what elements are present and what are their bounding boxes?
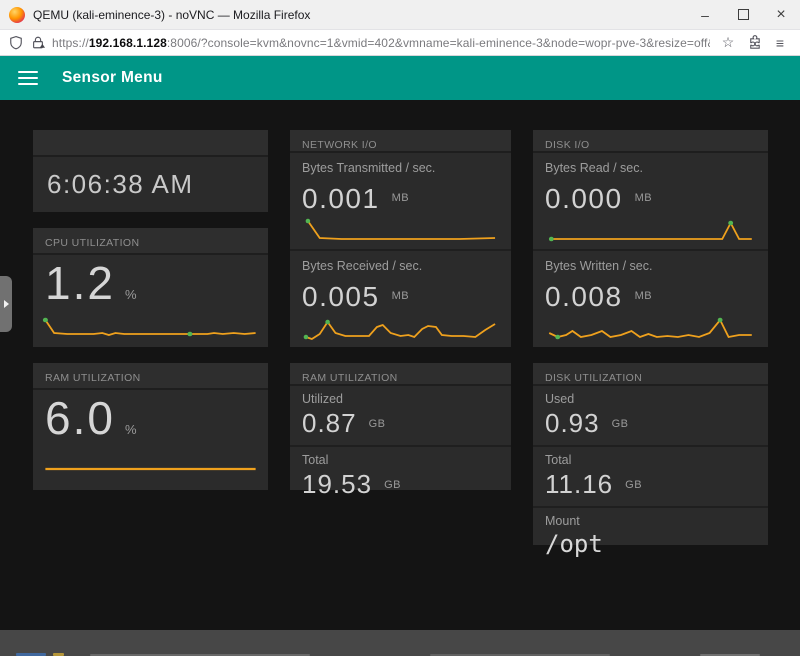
bytes-transmitted-sparkline: [302, 215, 499, 243]
cpu-sparkline: [41, 312, 260, 340]
bytes-read-unit: MB: [635, 192, 653, 204]
hamburger-menu-icon[interactable]: [18, 71, 38, 85]
ram-total-label: Total: [302, 453, 499, 467]
browser-titlebar: QEMU (kali-eminence-3) - noVNC — Mozilla…: [0, 0, 800, 30]
cpu-utilization-panel: CPU UTILIZATION 1.2 %: [33, 228, 268, 347]
ram-utilized-label: Utilized: [302, 392, 499, 406]
disk-total-row: Total 11.16 GB: [533, 445, 768, 506]
ram-detail-panel: RAM UTILIZATION Utilized 0.87 GB Total 1…: [290, 363, 511, 490]
bytes-received-value: 0.005: [302, 281, 380, 313]
bytes-read-value: 0.000: [545, 183, 623, 215]
page-title: Sensor Menu: [62, 69, 163, 87]
minimize-button[interactable]: –: [686, 0, 724, 29]
extensions-puzzle-icon[interactable]: [746, 35, 762, 51]
cpu-value: 1.2: [45, 257, 115, 310]
url-host: 192.168.1.128: [89, 36, 167, 50]
url-scheme: https://: [52, 36, 89, 50]
disk-total-label: Total: [545, 453, 756, 467]
bookmark-star-icon[interactable]: ☆: [716, 34, 740, 51]
ram-detail-title: RAM UTILIZATION: [290, 363, 511, 386]
bytes-received-section: Bytes Received / sec. 0.005 MB: [290, 249, 511, 347]
disk-total-unit: GB: [625, 479, 642, 491]
sensor-dashboard: 6:06:38 AM CPU UTILIZATION 1.2 % RAM UTI…: [0, 100, 800, 630]
maximize-button[interactable]: [724, 0, 762, 29]
url-path: :8006/?console=kvm&novnc=1&vmid=402&vmna…: [167, 36, 710, 50]
ram-utilization-gauge-panel: RAM UTILIZATION 6.0 %: [33, 363, 268, 490]
maximize-icon: [738, 9, 749, 20]
close-button[interactable]: ×: [762, 0, 800, 29]
bytes-transmitted-value: 0.001: [302, 183, 380, 215]
network-io-panel: NETWORK I/O Bytes Transmitted / sec. 0.0…: [290, 130, 511, 347]
disk-used-label: Used: [545, 392, 756, 406]
disk-used-value: 0.93: [545, 408, 600, 439]
ram-gauge-title: RAM UTILIZATION: [33, 363, 268, 390]
clock-panel: 6:06:38 AM: [33, 130, 268, 212]
network-panel-title: NETWORK I/O: [290, 130, 511, 153]
ram-total-value: 19.53: [302, 469, 372, 500]
bytes-written-sparkline: [545, 313, 756, 341]
expand-arrow-icon: [4, 300, 9, 308]
bytes-written-unit: MB: [635, 290, 653, 302]
cpu-unit: %: [125, 287, 137, 302]
disk-detail-title: DISK UTILIZATION: [533, 363, 768, 386]
ram-utilized-row: Utilized 0.87 GB: [290, 386, 511, 445]
address-field[interactable]: https://192.168.1.128:8006/?console=kvm&…: [52, 36, 710, 50]
bytes-read-section: Bytes Read / sec. 0.000 MB: [533, 153, 768, 249]
window-title: QEMU (kali-eminence-3) - noVNC — Mozilla…: [33, 8, 310, 22]
disk-detail-panel: DISK UTILIZATION Used 0.93 GB Total 11.1…: [533, 363, 768, 545]
bytes-received-label: Bytes Received / sec.: [302, 259, 499, 273]
disk-io-panel: DISK I/O Bytes Read / sec. 0.000 MB Byte…: [533, 130, 768, 347]
bytes-transmitted-label: Bytes Transmitted / sec.: [302, 161, 499, 175]
ram-gauge-unit: %: [125, 422, 137, 437]
bytes-read-label: Bytes Read / sec.: [545, 161, 756, 175]
ram-total-unit: GB: [384, 479, 401, 491]
sensor-app-header: Sensor Menu: [0, 56, 800, 100]
ram-utilized-unit: GB: [369, 418, 386, 430]
ram-total-row: Total 19.53 GB: [290, 445, 511, 506]
url-bar: https://192.168.1.128:8006/?console=kvm&…: [0, 30, 800, 56]
lock-warning-icon[interactable]: [30, 35, 46, 51]
bytes-received-unit: MB: [392, 290, 410, 302]
bytes-written-value: 0.008: [545, 281, 623, 313]
disk-mount-row: Mount /opt: [533, 506, 768, 564]
disk-io-title: DISK I/O: [533, 130, 768, 153]
bytes-written-section: Bytes Written / sec. 0.008 MB: [533, 249, 768, 347]
bytes-transmitted-unit: MB: [392, 192, 410, 204]
ram-gauge-value: 6.0: [45, 392, 115, 445]
ram-sparkline: [41, 455, 260, 483]
ram-utilized-value: 0.87: [302, 408, 357, 439]
bytes-read-sparkline: [545, 215, 756, 243]
disk-mount-value: /opt: [545, 530, 603, 558]
clock-panel-header: [33, 130, 268, 157]
app-menu-icon[interactable]: ≡: [768, 35, 792, 51]
bytes-transmitted-section: Bytes Transmitted / sec. 0.001 MB: [290, 153, 511, 249]
disk-total-value: 11.16: [545, 469, 613, 500]
shield-icon[interactable]: [8, 35, 24, 51]
bytes-written-label: Bytes Written / sec.: [545, 259, 756, 273]
clock-time: 6:06:38 AM: [33, 157, 268, 212]
taskbar-strip: [0, 630, 800, 656]
bytes-received-sparkline: [302, 313, 499, 341]
novnc-control-bar-handle[interactable]: [0, 276, 12, 332]
cpu-panel-title: CPU UTILIZATION: [33, 228, 268, 255]
disk-used-row: Used 0.93 GB: [533, 386, 768, 445]
firefox-icon: [9, 7, 25, 23]
disk-used-unit: GB: [612, 418, 629, 430]
disk-mount-label: Mount: [545, 514, 756, 528]
